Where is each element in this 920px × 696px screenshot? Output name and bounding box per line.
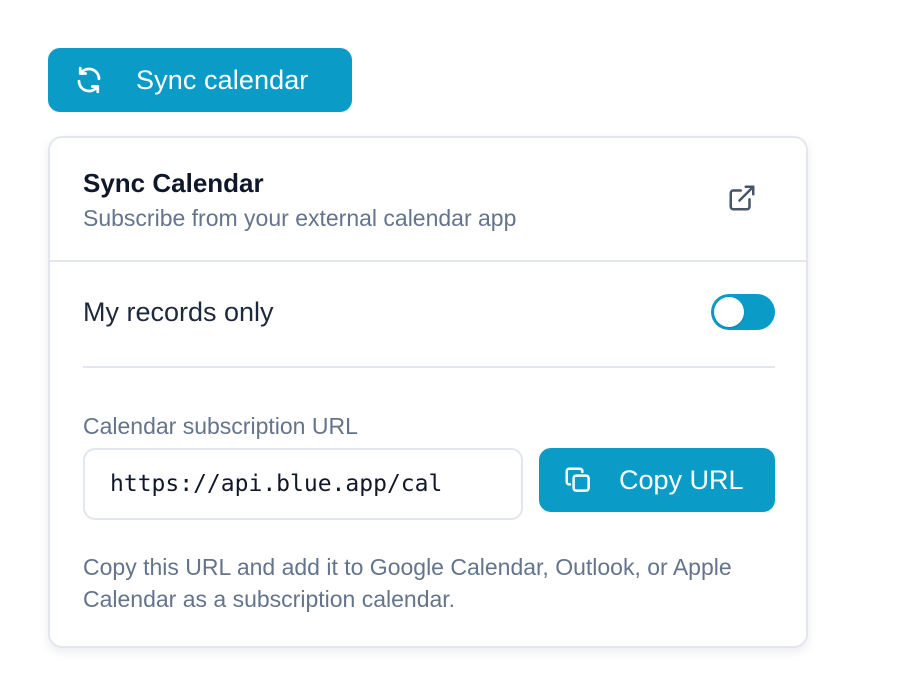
panel-header: Sync Calendar Subscribe from your extern… bbox=[50, 138, 806, 262]
subscription-url-field[interactable] bbox=[83, 448, 523, 520]
sync-calendar-panel: Sync Calendar Subscribe from your extern… bbox=[48, 136, 808, 648]
sync-calendar-view: Sync calendar Sync Calendar Subscribe fr… bbox=[0, 0, 920, 696]
help-text: Copy this URL and add it to Google Calen… bbox=[83, 554, 732, 612]
external-link-icon[interactable] bbox=[726, 182, 758, 214]
copy-url-button[interactable]: Copy URL bbox=[539, 448, 775, 512]
sync-calendar-button-label: Sync calendar bbox=[136, 64, 309, 95]
copy-url-button-label: Copy URL bbox=[619, 464, 744, 495]
refresh-icon bbox=[74, 65, 104, 95]
panel-title: Sync Calendar bbox=[83, 168, 264, 198]
my-records-only-label: My records only bbox=[83, 297, 274, 327]
copy-icon bbox=[563, 465, 593, 495]
my-records-only-row: My records only bbox=[83, 262, 775, 368]
panel-subtitle: Subscribe from your external calendar ap… bbox=[83, 205, 517, 231]
subscription-url-label: Calendar subscription URL bbox=[83, 413, 358, 439]
my-records-only-toggle[interactable] bbox=[711, 294, 775, 330]
sync-calendar-button[interactable]: Sync calendar bbox=[48, 48, 352, 112]
toggle-knob bbox=[714, 297, 744, 327]
